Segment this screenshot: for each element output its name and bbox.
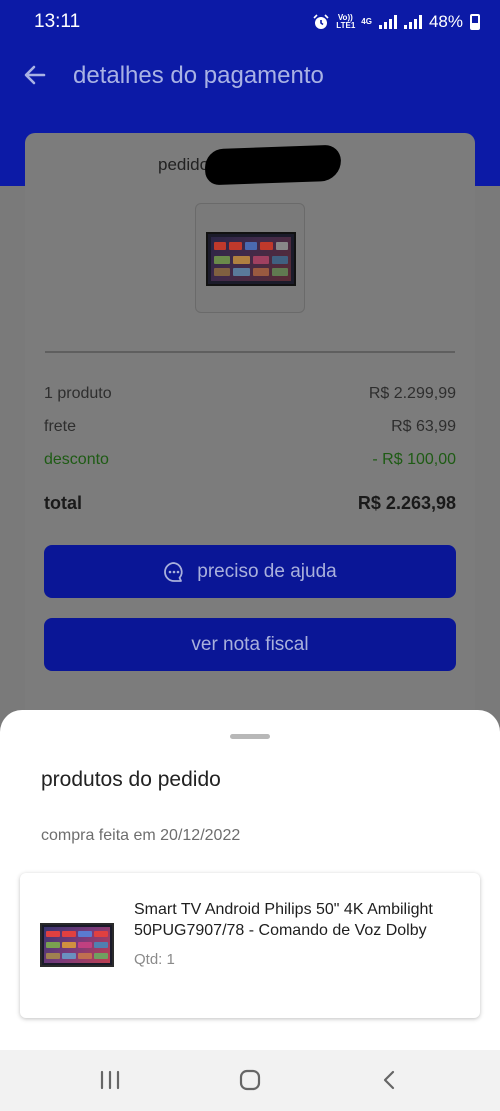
discount-value: - R$ 100,00 [372, 451, 456, 468]
tv-image [206, 232, 296, 286]
total-row: total R$ 2.263,98 [44, 493, 456, 514]
recents-icon[interactable] [95, 1068, 125, 1092]
total-value: R$ 2.263,98 [357, 493, 456, 513]
battery-icon [470, 14, 480, 30]
products-row: 1 produto R$ 2.299,99 [44, 385, 456, 403]
order-label: pedido [158, 155, 210, 174]
network-indicator: 4G [361, 17, 372, 26]
invoice-button-label: ver nota fiscal [191, 633, 309, 655]
page-title: detalhes do pagamento [73, 62, 324, 89]
product-quantity: Qtd: 1 [134, 951, 175, 968]
product-name: Smart TV Android Philips 50" 4K Ambiligh… [134, 901, 433, 939]
shipping-label: frete [44, 418, 77, 435]
status-time: 13:11 [34, 11, 81, 32]
volte-indicator: Vo)) LTE1 [336, 13, 356, 30]
divider [45, 351, 455, 353]
product-thumbnail [195, 203, 305, 313]
sheet-drag-handle[interactable] [230, 734, 270, 739]
home-icon[interactable] [235, 1068, 265, 1092]
order-summary-card: pedido 1 produto R$ 2.299,99 frete R$ 63… [25, 133, 475, 783]
sheet-title: produtos do pedido [41, 768, 221, 791]
signal-icon [378, 15, 397, 29]
products-label: 1 produto [44, 385, 112, 402]
redacted-order-number [204, 144, 342, 186]
status-icons: Vo)) LTE1 4G 48% [313, 12, 480, 32]
system-nav-bar [0, 1050, 500, 1111]
battery-percent: 48% [428, 12, 463, 31]
purchase-date: compra feita em 20/12/2022 [41, 827, 241, 844]
nav-back-icon[interactable] [375, 1068, 405, 1092]
order-products-sheet: produtos do pedido compra feita em 20/12… [0, 710, 500, 1050]
product-image [40, 923, 114, 967]
alarm-icon [313, 14, 329, 29]
signal-icon-2 [403, 15, 422, 29]
shipping-value: R$ 63,99 [391, 418, 456, 435]
invoice-button[interactable]: ver nota fiscal [44, 618, 456, 671]
products-value: R$ 2.299,99 [368, 385, 456, 402]
product-card[interactable]: Smart TV Android Philips 50" 4K Ambiligh… [20, 873, 480, 1018]
chat-icon [164, 561, 183, 582]
shipping-row: frete R$ 63,99 [44, 418, 456, 436]
back-arrow-icon[interactable] [20, 60, 50, 90]
total-label: total [44, 493, 82, 513]
help-button-label: preciso de ajuda [197, 560, 337, 582]
discount-row: desconto - R$ 100,00 [44, 451, 456, 469]
status-bar: 13:11 Vo)) LTE1 4G 48% [0, 0, 500, 44]
help-button[interactable]: preciso de ajuda [44, 545, 456, 598]
discount-label: desconto [44, 451, 109, 468]
